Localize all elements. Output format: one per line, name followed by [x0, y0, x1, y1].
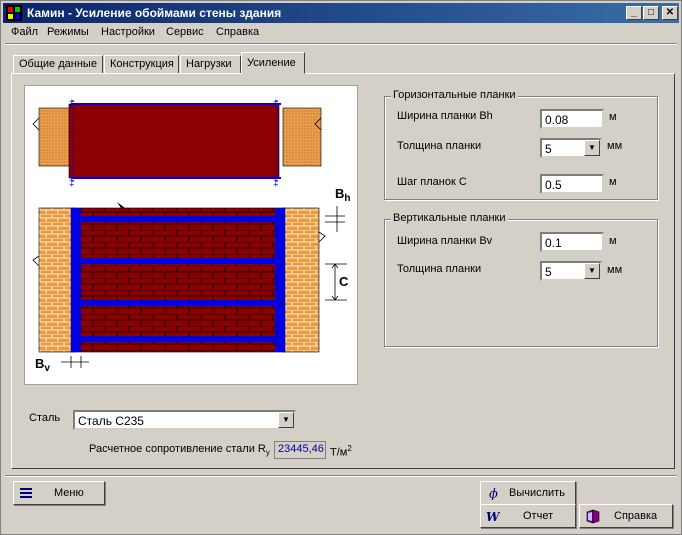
title-bar[interactable]: Камин - Усиление обоймами стены здания _…: [3, 3, 679, 23]
h-step-unit: м: [609, 176, 617, 188]
h-thickness-label: Толщина планки: [397, 140, 482, 152]
main-window: Камин - Усиление обоймами стены здания _…: [0, 0, 682, 535]
tab-general[interactable]: Общие данные: [13, 55, 103, 74]
v-width-input[interactable]: 0.1: [540, 232, 604, 252]
window-title: Камин - Усиление обоймами стены здания: [27, 6, 282, 20]
resistance-value: 23445,46: [274, 441, 326, 459]
horizontal-strips-title: Горизонтальные планки: [391, 89, 518, 101]
maximize-button[interactable]: □: [643, 6, 659, 20]
report-button[interactable]: W Отчет: [480, 504, 576, 528]
word-icon: W: [486, 510, 500, 523]
steel-select[interactable]: Сталь С235 ▼: [73, 410, 296, 430]
menu-bar: Файл Режимы Настройки Сервис Справка: [3, 24, 679, 42]
h-width-input[interactable]: 0.08: [540, 109, 604, 129]
plan-wall: [68, 103, 280, 179]
v-width-unit: м: [609, 235, 617, 247]
resistance-label: Расчетное сопротивление стали Ry: [89, 443, 270, 458]
chevron-down-icon[interactable]: ▼: [584, 140, 600, 156]
phi-icon: ϕ: [489, 487, 498, 500]
h-width-unit: м: [609, 111, 617, 123]
app-icon: [6, 5, 22, 21]
vertical-strips-title: Вертикальные планки: [391, 212, 508, 224]
steel-value: Сталь С235: [78, 414, 144, 428]
menu-service[interactable]: Сервис: [166, 26, 204, 38]
label-bh: Bh: [335, 186, 351, 204]
vertical-strip-left: [71, 208, 81, 352]
reinforcement-drawing: ‡ ‡ ‡ ‡ Bh C Bv: [24, 85, 358, 385]
steel-label: Сталь: [29, 412, 61, 424]
svg-text:‡: ‡: [273, 178, 279, 189]
book-icon: [586, 509, 600, 524]
v-width-label: Ширина планки Bv: [397, 235, 493, 247]
wall-diagram: ‡ ‡ ‡ ‡ Bh C Bv: [32, 99, 351, 374]
tab-loads[interactable]: Нагрузки: [180, 55, 241, 74]
svg-text:ϕ: ϕ: [489, 487, 498, 500]
h-width-label: Ширина планки Bh: [397, 110, 493, 122]
h-step-label: Шаг планок С: [397, 176, 467, 188]
svg-text:‡: ‡: [69, 99, 75, 110]
v-thickness-unit: мм: [607, 264, 623, 276]
v-thickness-select[interactable]: 5 ▼: [540, 261, 602, 281]
label-bv: Bv: [35, 356, 50, 374]
svg-text:W: W: [486, 510, 500, 523]
h-thickness-value: 5: [545, 142, 552, 156]
menu-icon: [20, 488, 32, 498]
resistance-unit: Т/м2: [330, 444, 352, 459]
elevation-wall: [70, 207, 286, 353]
chevron-down-icon[interactable]: ▼: [278, 412, 294, 428]
minimize-button[interactable]: _: [626, 6, 642, 20]
v-thickness-label: Толщина планки: [397, 263, 482, 275]
help-button[interactable]: Справка: [579, 504, 673, 528]
calculate-button[interactable]: ϕ Вычислить: [480, 481, 576, 505]
h-step-input[interactable]: 0.5: [540, 174, 604, 194]
label-c: C: [339, 274, 349, 289]
close-button[interactable]: ✕: [662, 6, 678, 20]
menu-file[interactable]: Файл: [11, 26, 38, 38]
h-thickness-select[interactable]: 5 ▼: [540, 138, 602, 158]
menu-divider: [5, 43, 677, 45]
chevron-down-icon[interactable]: ▼: [584, 263, 600, 279]
menu-help[interactable]: Справка: [216, 26, 259, 38]
tab-reinforcement[interactable]: Усиление: [241, 52, 305, 74]
bottom-divider: [5, 475, 677, 477]
svg-text:‡: ‡: [69, 178, 75, 189]
menu-button[interactable]: Меню: [13, 481, 105, 505]
svg-text:‡: ‡: [273, 99, 279, 110]
menu-modes[interactable]: Режимы: [47, 26, 89, 38]
vertical-strip-right: [275, 208, 285, 352]
v-thickness-value: 5: [545, 265, 552, 279]
tab-construction[interactable]: Конструкция: [104, 55, 179, 74]
menu-settings[interactable]: Настройки: [101, 26, 155, 38]
h-thickness-unit: мм: [607, 140, 623, 152]
